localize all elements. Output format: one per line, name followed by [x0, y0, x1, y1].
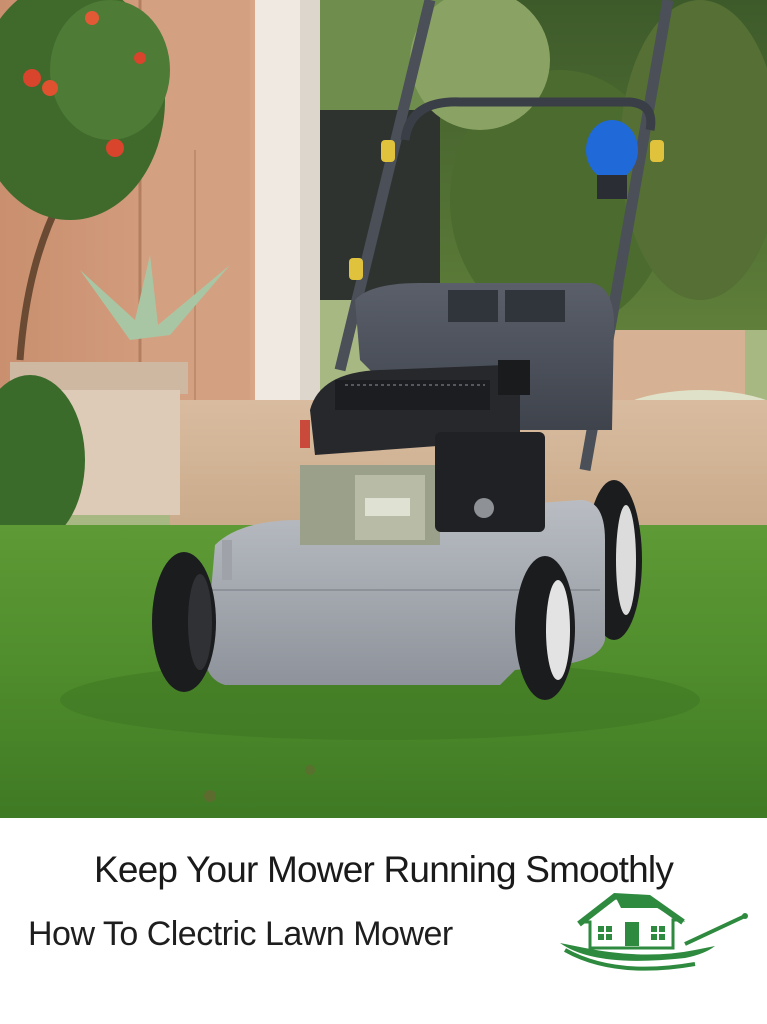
- page: Keep Your Mower Running Smoothly How To …: [0, 0, 767, 1024]
- caption-panel: Keep Your Mower Running Smoothly How To …: [0, 818, 767, 1024]
- lawn-mower-photo: [0, 0, 767, 818]
- house-mower-logo-icon: [555, 888, 750, 978]
- subheadline: How To Clectric Lawn Mower: [28, 915, 453, 953]
- headline: Keep Your Mower Running Smoothly: [93, 849, 674, 890]
